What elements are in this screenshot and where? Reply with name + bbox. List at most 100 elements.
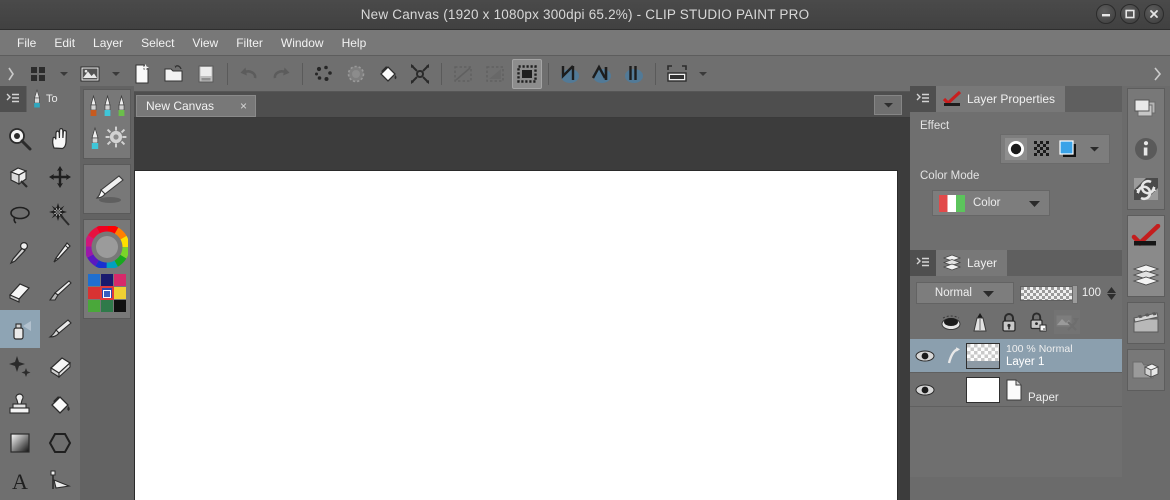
- menu-item-filter[interactable]: Filter: [227, 32, 272, 54]
- swatch-4-selected[interactable]: [100, 286, 114, 300]
- opacity-stepper[interactable]: [1107, 286, 1116, 300]
- minimize-button[interactable]: [1096, 4, 1116, 24]
- color-swatch-grid[interactable]: [84, 270, 130, 318]
- menu-item-layer[interactable]: Layer: [84, 32, 132, 54]
- menu-item-help[interactable]: Help: [333, 32, 376, 54]
- bucket-fill-icon[interactable]: [373, 59, 403, 89]
- deselect-icon[interactable]: [480, 59, 510, 89]
- pen-preset-g-pen[interactable]: [87, 94, 100, 120]
- palette-color-button[interactable]: [938, 310, 964, 334]
- chevron-down-icon[interactable]: [694, 59, 712, 89]
- history-icon[interactable]: [1128, 169, 1164, 209]
- layer-visibility-toggle[interactable]: [910, 383, 940, 397]
- save-icon[interactable]: [191, 59, 221, 89]
- command-bar-overflow[interactable]: [1152, 66, 1162, 82]
- materials-icon[interactable]: [1128, 350, 1164, 390]
- layer-visibility-toggle[interactable]: [910, 349, 940, 363]
- swatch-2[interactable]: [114, 274, 126, 286]
- clipping-mask-button[interactable]: [967, 310, 993, 334]
- menu-item-edit[interactable]: Edit: [45, 32, 84, 54]
- chevron-down-icon[interactable]: [55, 59, 73, 89]
- close-icon[interactable]: ×: [240, 100, 247, 112]
- invert-selection-icon[interactable]: [512, 58, 542, 89]
- gradient-tool[interactable]: [0, 424, 40, 462]
- animation-icon[interactable]: [1128, 303, 1164, 343]
- brush-tool[interactable]: [40, 310, 80, 348]
- pen-preset-mapping-pen[interactable]: [101, 94, 114, 120]
- lock-layer-button[interactable]: [996, 310, 1022, 334]
- effect-screen-tone-button[interactable]: [1031, 138, 1053, 160]
- swatch-6[interactable]: [88, 300, 100, 312]
- zoom-tool[interactable]: [0, 120, 40, 158]
- clear-icon[interactable]: [309, 59, 339, 89]
- palette-grip[interactable]: [910, 250, 936, 276]
- blend-mode-select[interactable]: Normal: [916, 282, 1014, 304]
- document-tab-new-canvas[interactable]: New Canvas ×: [136, 95, 256, 117]
- menu-item-file[interactable]: File: [8, 32, 45, 54]
- lock-transparent-pixels-button[interactable]: [1025, 310, 1051, 334]
- layer-thumbnail[interactable]: [966, 342, 1000, 369]
- effect-none-button[interactable]: [1005, 138, 1027, 160]
- color-mode-select[interactable]: Color: [932, 190, 1050, 216]
- blend-tool[interactable]: [40, 272, 80, 310]
- layer-clip-indicator[interactable]: [940, 346, 966, 366]
- eraser-block-tool[interactable]: [40, 348, 80, 386]
- chevron-down-icon[interactable]: [1028, 199, 1041, 208]
- move-layer-tool[interactable]: [40, 158, 80, 196]
- layer-thumbnail[interactable]: [966, 376, 1000, 403]
- move-hand-tool[interactable]: [40, 120, 80, 158]
- undo-icon[interactable]: [234, 59, 264, 89]
- selection-lasso-tool[interactable]: [0, 196, 40, 234]
- pen-preset-marker[interactable]: [88, 126, 102, 152]
- fill-tool[interactable]: [40, 386, 80, 424]
- rotate-canvas-tool[interactable]: [0, 158, 40, 196]
- text-tool[interactable]: A: [0, 462, 40, 500]
- tab-layer[interactable]: Layer: [936, 250, 1008, 276]
- swatch-1[interactable]: [101, 274, 113, 286]
- eraser-tool[interactable]: [0, 272, 40, 310]
- close-button[interactable]: [1144, 4, 1164, 24]
- redo-icon[interactable]: [266, 59, 296, 89]
- tab-tool[interactable]: To: [27, 86, 80, 112]
- figure-tool[interactable]: [40, 424, 80, 462]
- effect-options-dropdown[interactable]: [1083, 138, 1105, 160]
- effect-border-button[interactable]: [1057, 138, 1079, 160]
- new-file-icon[interactable]: [127, 59, 157, 89]
- airbrush-tool[interactable]: [0, 310, 40, 348]
- opacity-slider-knob[interactable]: [1071, 284, 1078, 304]
- snap-ruler-icon[interactable]: [555, 59, 585, 89]
- swatch-0[interactable]: [88, 274, 100, 286]
- select-all-icon[interactable]: [448, 59, 478, 89]
- info-icon[interactable]: [1128, 129, 1164, 169]
- pen-tool[interactable]: [40, 234, 80, 272]
- layer-list-empty-area[interactable]: [910, 407, 1122, 477]
- menu-item-select[interactable]: Select: [132, 32, 183, 54]
- color-wheel[interactable]: [84, 220, 130, 270]
- grid-view-icon[interactable]: [23, 59, 53, 89]
- snap-perspective-icon[interactable]: [587, 59, 617, 89]
- palette-grip[interactable]: [0, 86, 26, 112]
- tab-list-dropdown[interactable]: [874, 95, 902, 115]
- layer-properties-icon[interactable]: [1128, 216, 1164, 256]
- swatch-5[interactable]: [114, 287, 126, 299]
- layer-row-paper[interactable]: Paper: [910, 373, 1122, 407]
- swatch-8[interactable]: [114, 300, 126, 312]
- opacity-slider[interactable]: [1019, 284, 1078, 304]
- stamp-tool[interactable]: [0, 386, 40, 424]
- canvas-settings-icon[interactable]: [662, 59, 692, 89]
- snap-grid-icon[interactable]: [619, 59, 649, 89]
- eyedropper-tool[interactable]: [0, 234, 40, 272]
- swatch-3[interactable]: [88, 287, 100, 299]
- navigator-icon[interactable]: [1128, 89, 1164, 129]
- brush-preset-icon[interactable]: [84, 165, 130, 213]
- open-folder-icon[interactable]: [159, 59, 189, 89]
- swatch-7[interactable]: [101, 300, 113, 312]
- maximize-button[interactable]: [1120, 4, 1140, 24]
- layer-row-layer1[interactable]: 100 % Normal Layer 1: [910, 339, 1122, 373]
- pen-preset-settings[interactable]: [105, 126, 127, 148]
- pen-preset-turnip-pen[interactable]: [115, 94, 128, 120]
- transform-icon[interactable]: [405, 59, 435, 89]
- tab-layer-properties[interactable]: Layer Properties: [936, 86, 1066, 112]
- menu-item-window[interactable]: Window: [272, 32, 333, 54]
- canvas-scroll-area[interactable]: [134, 118, 910, 500]
